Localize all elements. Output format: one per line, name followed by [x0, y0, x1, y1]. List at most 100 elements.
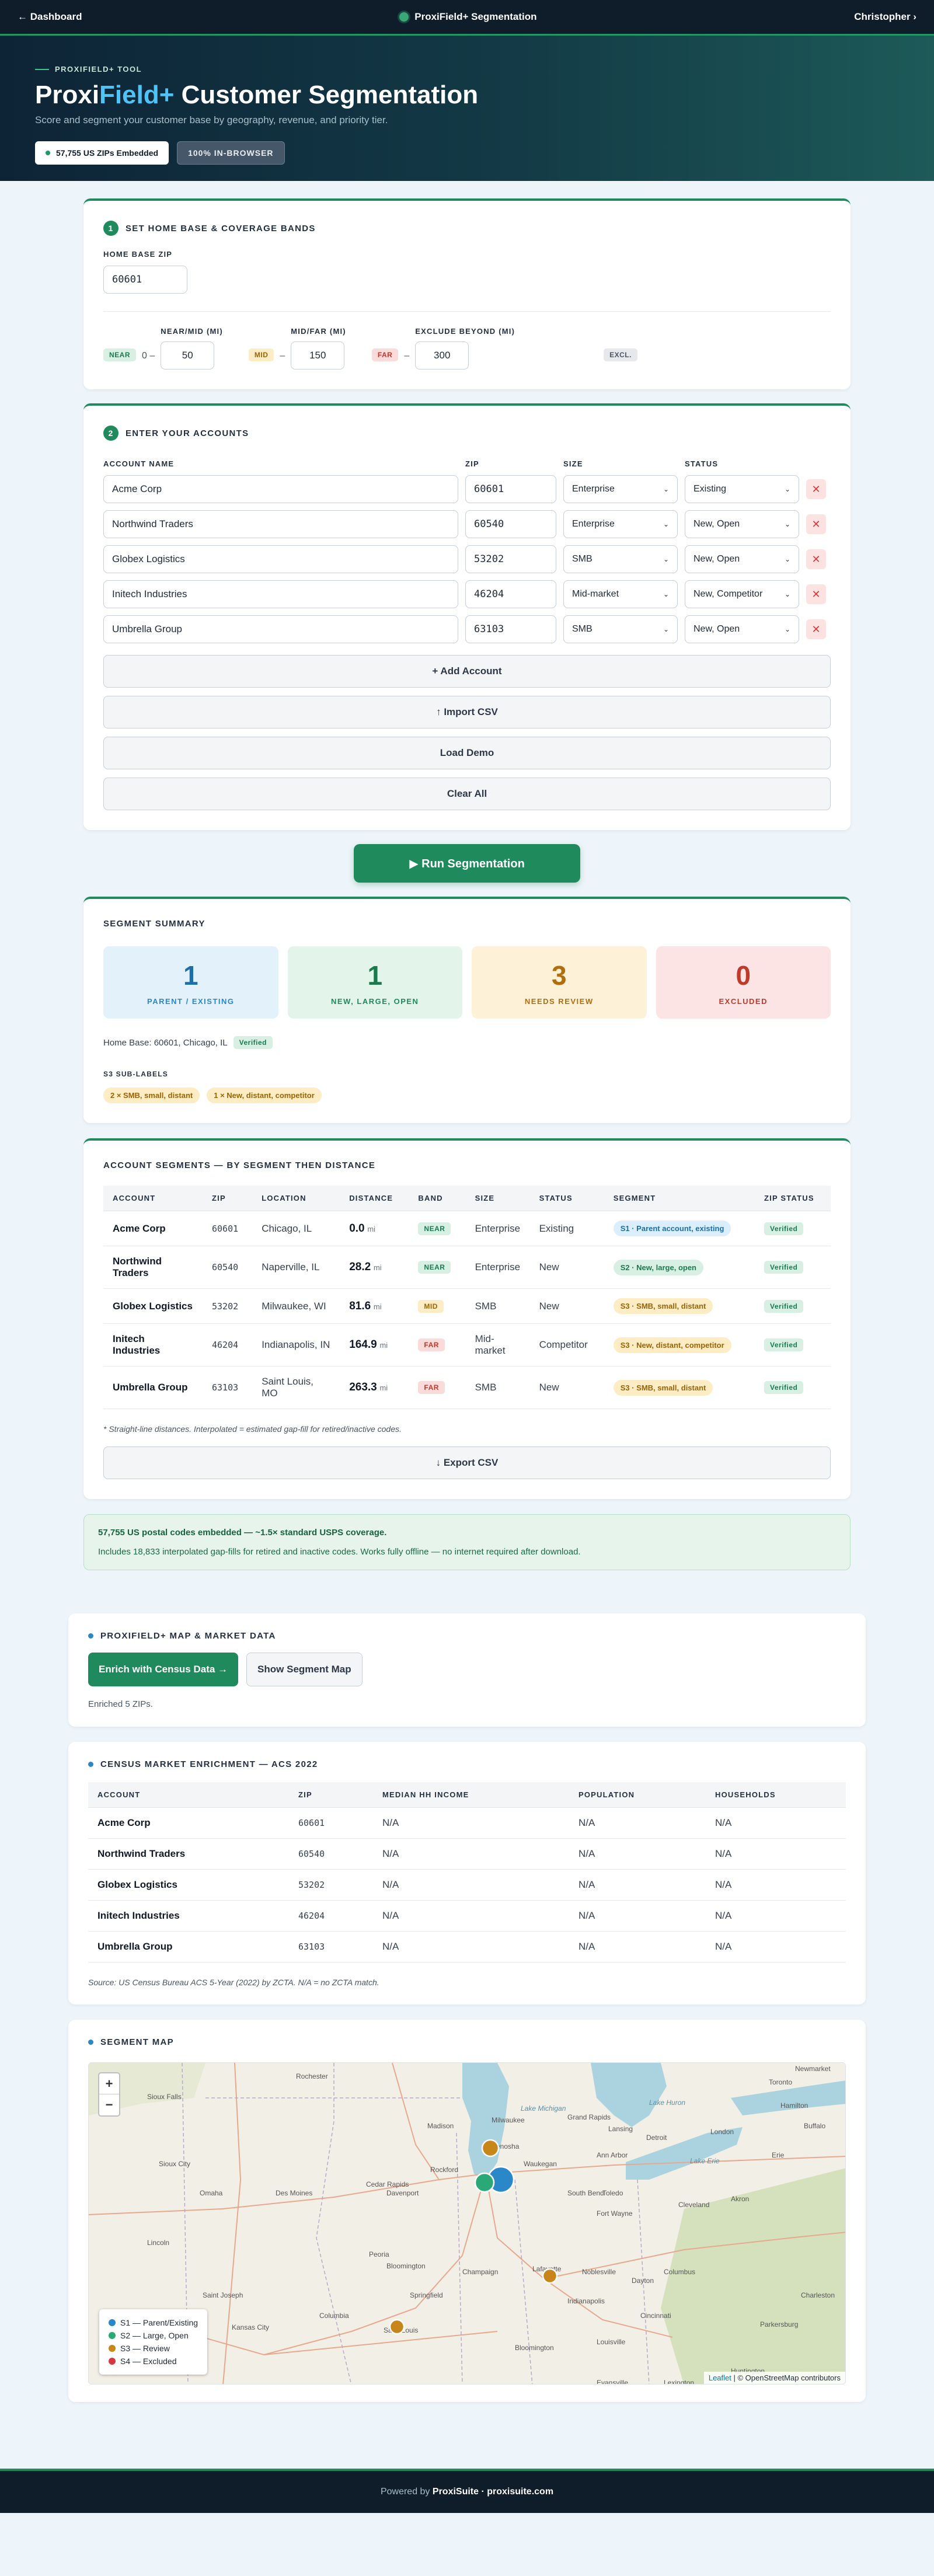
verified-badge: Verified [233, 1036, 273, 1049]
remove-account-icon[interactable]: ✕ [806, 549, 826, 569]
show-segment-map-button[interactable]: Show Segment Map [246, 1653, 363, 1686]
account-name-input[interactable]: Northwind Traders [103, 510, 458, 538]
zoom-controls: + − [98, 2072, 120, 2117]
run-segmentation-button[interactable]: ▶ Run Segmentation [354, 844, 580, 883]
map-place-label: Toledo [602, 2189, 623, 2197]
section-dot-icon [88, 2040, 93, 2045]
home-base-zip-input[interactable]: 60601 [103, 266, 187, 294]
step-number-badge: 1 [103, 221, 119, 236]
exclude-beyond-input[interactable]: 300 [415, 341, 469, 370]
chevron-down-icon: ⌄ [663, 555, 669, 563]
remove-account-icon[interactable]: ✕ [806, 584, 826, 604]
remove-account-icon[interactable]: ✕ [806, 514, 826, 534]
enrich-census-button[interactable]: Enrich with Census Data → [88, 1653, 239, 1686]
zoom-out-button[interactable]: − [99, 2094, 119, 2115]
distance-cell: 81.6 mi [340, 1288, 409, 1324]
account-zip-input[interactable]: 53202 [465, 545, 556, 573]
segment-chip: S3 · New, distant, competitor [613, 1337, 731, 1353]
account-zip-input[interactable]: 46204 [465, 580, 556, 608]
remove-account-icon[interactable]: ✕ [806, 619, 826, 639]
zip-status-cell: Verified [755, 1323, 831, 1367]
census-account-cell: Umbrella Group [88, 1931, 289, 1962]
account-size-select[interactable]: SMB ⌄ [563, 615, 678, 643]
near-range-start: 0 – [142, 351, 155, 361]
excl-band-badge: EXCL. [604, 348, 637, 361]
kicker-text: PROXIFIELD+ TOOL [55, 65, 142, 74]
footer-brand[interactable]: ProxiSuite · proxisuite.com [433, 2487, 553, 2497]
account-map-marker[interactable] [481, 2139, 500, 2157]
zips-pill-text: 57,755 US ZIPs Embedded [56, 148, 159, 158]
account-name-input[interactable]: Acme Corp [103, 475, 458, 503]
user-menu[interactable]: Christopher › [854, 11, 916, 23]
map-data-card: PROXIFIELD+ MAP & MARKET DATA Enrich wit… [68, 1613, 866, 1727]
status-value: New, Open [693, 554, 740, 564]
census-account-cell: Initech Industries [88, 1900, 289, 1932]
census-zip-cell: 63103 [289, 1931, 373, 1962]
account-size-select[interactable]: Enterprise ⌄ [563, 475, 678, 503]
account-map-marker[interactable] [542, 2268, 558, 2284]
in-browser-pill: 100% IN-BROWSER [177, 141, 285, 165]
census-col-header: ACCOUNT [88, 1782, 289, 1808]
account-map-marker[interactable] [389, 2319, 405, 2335]
summary-s1-value: 1 [183, 960, 198, 991]
account-status-select[interactable]: New, Open ⌄ [685, 615, 799, 643]
account-row: Initech Industries 46204 Mid-market ⌄ New, C… [103, 580, 831, 608]
section-dot-icon [88, 1633, 93, 1639]
account-status-select[interactable]: New, Competitor ⌄ [685, 580, 799, 608]
account-status-select[interactable]: New, Open ⌄ [685, 510, 799, 538]
census-title-text: CENSUS MARKET ENRICHMENT — ACS 2022 [100, 1759, 318, 1769]
map-place-label: Des Moines [276, 2189, 312, 2197]
verified-badge: Verified [764, 1338, 804, 1351]
step1-title: 1 SET HOME BASE & COVERAGE BANDS [103, 221, 831, 236]
export-csv-button[interactable]: ↓ Export CSV [103, 1446, 831, 1479]
segment-map[interactable]: Rochester Sioux Falls Madison Milwaukee Gran… [88, 2062, 846, 2385]
enrich-status: Enriched 5 ZIPs. [88, 1699, 153, 1709]
population-cell: N/A [569, 1931, 706, 1962]
verified-badge: Verified [764, 1261, 804, 1274]
col-zip: ZIP [465, 459, 479, 468]
account-size-select[interactable]: Mid-market ⌄ [563, 580, 678, 608]
remove-account-icon[interactable]: ✕ [806, 479, 826, 499]
page-footer: Powered by ProxiSuite · proxisuite.com [0, 2469, 934, 2513]
income-cell: N/A [373, 1931, 569, 1962]
account-status-select[interactable]: New, Open ⌄ [685, 545, 799, 573]
legend-label: S3 — Review [120, 2344, 170, 2353]
near-mid-input[interactable]: 50 [161, 341, 215, 370]
hero-kicker: PROXIFIELD+ TOOL [35, 65, 899, 74]
size-cell: SMB [465, 1288, 530, 1324]
account-zip-input[interactable]: 60601 [465, 475, 556, 503]
table-row: Globex Logistics 53202 N/A N/A N/A [88, 1869, 846, 1901]
zoom-in-button[interactable]: + [99, 2073, 119, 2094]
summary-s4: 0 EXCLUDED [656, 946, 831, 1019]
account-rows: Acme Corp 60601 Enterprise ⌄ Existing ⌄ ✕ North… [103, 475, 831, 643]
load-demo-button[interactable]: Load Demo [103, 737, 831, 769]
status-cell: Competitor [529, 1323, 604, 1367]
account-size-select[interactable]: SMB ⌄ [563, 545, 678, 573]
exclude-group: EXCLUDE BEYOND (MI) 300 [415, 327, 515, 370]
back-to-dashboard-link[interactable]: ← Dashboard [18, 11, 82, 23]
distance-value: 81.6 [349, 1299, 371, 1312]
logo-dot-icon [399, 12, 409, 22]
band-badge: FAR [418, 1338, 445, 1351]
add-account-button[interactable]: + Add Account [103, 655, 831, 688]
account-size-select[interactable]: Enterprise ⌄ [563, 510, 678, 538]
mid-far-input[interactable]: 150 [291, 341, 345, 370]
leaflet-link[interactable]: Leaflet [709, 2373, 731, 2382]
map-place-label: Dayton [632, 2277, 654, 2285]
account-status-select[interactable]: Existing ⌄ [685, 475, 799, 503]
account-name-input[interactable]: Globex Logistics [103, 545, 458, 573]
account-cell: Initech Industries [103, 1323, 203, 1367]
map-place-label: Fort Wayne [597, 2209, 633, 2218]
import-csv-button[interactable]: ↑ Import CSV [103, 696, 831, 728]
distance-footnote: * Straight-line distances. Interpolated … [103, 1424, 402, 1434]
step2-title-text: ENTER YOUR ACCOUNTS [126, 428, 249, 438]
account-name-input[interactable]: Initech Industries [103, 580, 458, 608]
account-map-marker[interactable] [474, 2172, 495, 2193]
account-name-input[interactable]: Umbrella Group [103, 615, 458, 643]
hero-pills: 57,755 US ZIPs Embedded 100% IN-BROWSER [35, 141, 899, 165]
far-band-badge: FAR [371, 348, 399, 361]
clear-all-button[interactable]: Clear All [103, 778, 831, 810]
account-zip-input[interactable]: 63103 [465, 615, 556, 643]
account-zip-input[interactable]: 60540 [465, 510, 556, 538]
summary-s2-value: 1 [367, 960, 383, 991]
